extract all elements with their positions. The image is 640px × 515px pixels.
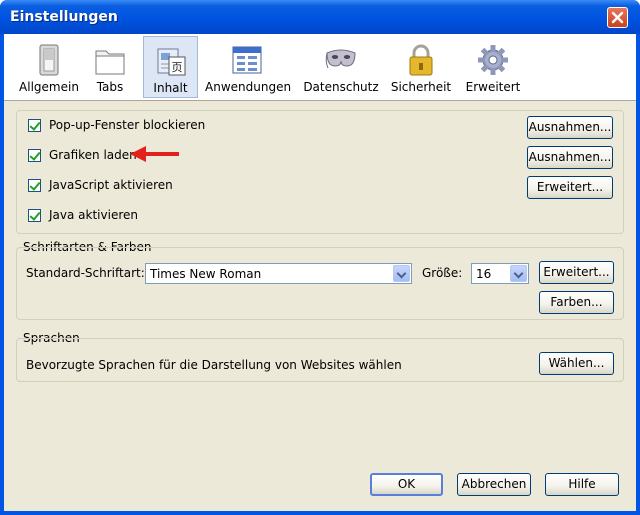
popup-block-checkbox[interactable]: [28, 119, 41, 132]
applications-window-icon: [232, 46, 262, 74]
tab-label: Datenschutz: [303, 80, 379, 94]
ok-button[interactable]: OK: [370, 473, 443, 496]
tab-label: Inhalt: [153, 81, 188, 95]
content-options-group: Pop-up-Fenster blockieren Ausnahmen... G…: [16, 110, 624, 234]
chevron-down-icon[interactable]: [393, 265, 410, 282]
close-icon: [611, 11, 624, 24]
svg-text:页: 页: [171, 61, 182, 74]
padlock-icon: [409, 44, 433, 76]
load-images-checkbox[interactable]: [28, 149, 41, 162]
languages-group: Bevorzugte Sprachen für die Darstellung …: [16, 338, 624, 382]
tab-anwendungen[interactable]: Anwendungen: [205, 36, 292, 98]
chevron-down-icon[interactable]: [510, 265, 527, 282]
gear-icon: [478, 45, 508, 75]
tab-sicherheit[interactable]: Sicherheit: [389, 36, 453, 98]
images-exceptions-button[interactable]: Ausnahmen...: [527, 146, 613, 169]
window-title: Einstellungen: [10, 9, 118, 25]
tab-label: Anwendungen: [205, 80, 292, 94]
close-button[interactable]: [607, 7, 628, 28]
fonts-advanced-button[interactable]: Erweitert...: [539, 261, 614, 284]
dialog-body: Allgemein Tabs 页 Inhalt Anwendungen Date…: [4, 34, 636, 511]
tab-label: Allgemein: [19, 80, 79, 94]
languages-description: Bevorzugte Sprachen für die Darstellung …: [26, 358, 402, 372]
cancel-button[interactable]: Abbrechen: [457, 473, 531, 496]
content-page-icon: 页: [157, 48, 185, 76]
folder-tabs-icon: [95, 50, 125, 75]
switch-icon: [39, 44, 59, 76]
tab-erweitert[interactable]: Erweitert: [462, 36, 524, 98]
font-size-label: Größe:: [422, 266, 463, 280]
tab-allgemein[interactable]: Allgemein: [17, 36, 81, 98]
default-font-select[interactable]: Times New Roman: [145, 263, 412, 284]
font-size-select[interactable]: 16: [471, 263, 529, 284]
default-font-label: Standard-Schriftart:: [26, 266, 145, 280]
tab-datenschutz[interactable]: Datenschutz: [301, 36, 381, 98]
tab-label: Sicherheit: [390, 80, 452, 94]
red-arrow-annotation: [130, 146, 179, 162]
popup-exceptions-button[interactable]: Ausnahmen...: [527, 116, 613, 139]
font-size-value: 16: [476, 267, 492, 281]
tab-inhalt[interactable]: 页 Inhalt: [143, 36, 198, 98]
category-toolbar: Allgemein Tabs 页 Inhalt Anwendungen Date…: [4, 34, 636, 101]
choose-languages-button[interactable]: Wählen...: [539, 352, 614, 375]
popup-block-label: Pop-up-Fenster blockieren: [49, 118, 206, 132]
java-label: Java aktivieren: [49, 208, 138, 222]
tab-label: Erweitert: [465, 80, 521, 94]
help-button[interactable]: Hilfe: [545, 473, 619, 496]
tab-label: Tabs: [96, 80, 124, 94]
javascript-label: JavaScript aktivieren: [49, 178, 173, 192]
javascript-advanced-button[interactable]: Erweitert...: [527, 176, 613, 199]
mask-icon: [325, 49, 356, 69]
title-bar[interactable]: Einstellungen: [0, 0, 640, 34]
load-images-label: Grafiken laden: [49, 148, 137, 162]
colors-button[interactable]: Farben...: [539, 291, 614, 314]
preferences-window: Einstellungen Allgemein Tabs 页 Inhalt An…: [0, 0, 640, 515]
javascript-checkbox[interactable]: [28, 179, 41, 192]
tab-tabs[interactable]: Tabs: [85, 36, 135, 98]
default-font-value: Times New Roman: [150, 267, 262, 281]
fonts-colors-group: Standard-Schriftart: Times New Roman Grö…: [16, 247, 624, 320]
java-checkbox[interactable]: [28, 209, 41, 222]
